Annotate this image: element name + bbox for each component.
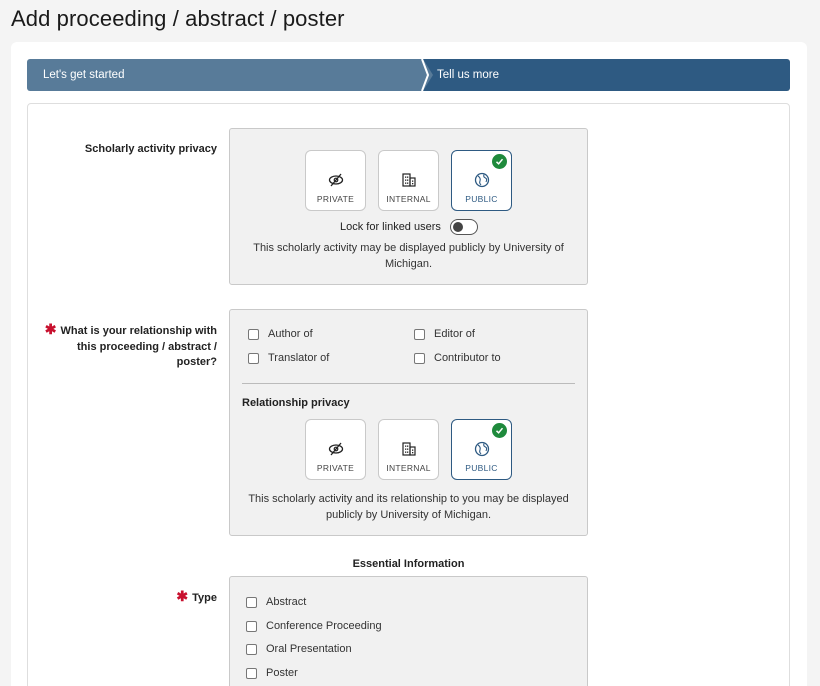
privacy-internal-option[interactable]: INTERNAL <box>378 150 439 211</box>
privacy-option-label: PRIVATE <box>316 463 355 473</box>
type-label-text: Type <box>192 592 217 604</box>
checkbox-label: Translator of <box>268 352 330 364</box>
scholarly-privacy-label: Scholarly activity privacy <box>84 143 217 155</box>
check-icon <box>492 154 507 169</box>
divider <box>242 383 575 384</box>
relationship-translator-checkbox[interactable]: Translator of <box>248 352 329 364</box>
checkbox-box <box>246 620 257 632</box>
eye-slash-icon <box>306 171 365 189</box>
progress-stepper: Let's get started Tell us more <box>27 59 790 91</box>
checkbox-box <box>248 328 259 340</box>
step-divider <box>413 59 433 91</box>
lock-linked-users-label: Lock for linked users <box>340 221 441 233</box>
privacy-public-option[interactable]: PUBLIC <box>451 150 512 211</box>
type-oral-presentation-checkbox[interactable]: Oral Presentation <box>246 643 352 655</box>
checkbox-label: Poster <box>266 667 298 679</box>
type-label: ✱ Type <box>40 588 217 607</box>
checkbox-label: Author of <box>268 328 313 340</box>
checkbox-box <box>414 352 425 364</box>
relationship-privacy-private-option[interactable]: PRIVATE <box>305 419 366 480</box>
building-icon <box>379 171 438 189</box>
type-conference-proceeding-checkbox[interactable]: Conference Proceeding <box>246 620 382 632</box>
globe-icon <box>452 171 511 189</box>
relationship-privacy-heading: Relationship privacy <box>242 397 350 409</box>
relationship-author-checkbox[interactable]: Author of <box>248 328 313 340</box>
scholarly-privacy-note: This scholarly activity may be displayed… <box>253 242 564 270</box>
step-label: Let's get started <box>43 69 125 81</box>
checkbox-label: Editor of <box>434 328 475 340</box>
relationship-contributor-checkbox[interactable]: Contributor to <box>414 352 501 364</box>
step-tell-us-more[interactable]: Tell us more <box>423 59 790 91</box>
type-poster-checkbox[interactable]: Poster <box>246 667 298 679</box>
relationship-label-text: What is your relationship with this proc… <box>60 325 217 368</box>
required-marker: ✱ <box>44 321 57 337</box>
page-title: Add proceeding / abstract / poster <box>11 6 345 31</box>
privacy-option-label: PUBLIC <box>465 194 498 204</box>
checkbox-box <box>246 667 257 679</box>
type-abstract-checkbox[interactable]: Abstract <box>246 596 306 608</box>
relationship-privacy-note: This scholarly activity and its relation… <box>248 493 569 521</box>
checkbox-box <box>248 352 259 364</box>
step-label: Tell us more <box>437 69 499 81</box>
relationship-privacy-public-option[interactable]: PUBLIC <box>451 419 512 480</box>
essential-information-heading: Essential Information <box>352 558 465 570</box>
relationship-label: ✱ What is your relationship with this pro… <box>40 321 217 371</box>
privacy-option-label: INTERNAL <box>386 463 431 473</box>
checkbox-box <box>414 328 425 340</box>
privacy-option-label: INTERNAL <box>386 194 431 204</box>
checkbox-label: Abstract <box>266 596 307 608</box>
checkbox-label: Conference Proceeding <box>266 620 382 632</box>
toggle-knob <box>453 222 463 232</box>
globe-icon <box>452 440 511 458</box>
privacy-option-label: PRIVATE <box>316 194 355 204</box>
relationship-editor-checkbox[interactable]: Editor of <box>414 328 475 340</box>
checkbox-box <box>246 596 257 608</box>
relationship-privacy-internal-option[interactable]: INTERNAL <box>378 419 439 480</box>
privacy-private-option[interactable]: PRIVATE <box>305 150 366 211</box>
checkbox-label: Oral Presentation <box>266 643 352 655</box>
building-icon <box>379 440 438 458</box>
privacy-option-label: PUBLIC <box>465 463 498 473</box>
lock-linked-users-toggle[interactable] <box>450 219 478 235</box>
eye-slash-icon <box>306 440 365 458</box>
checkbox-box <box>246 643 257 655</box>
checkbox-label: Contributor to <box>434 352 501 364</box>
required-marker: ✱ <box>176 588 189 604</box>
step-lets-get-started[interactable]: Let's get started <box>27 59 433 91</box>
check-icon <box>492 423 507 438</box>
